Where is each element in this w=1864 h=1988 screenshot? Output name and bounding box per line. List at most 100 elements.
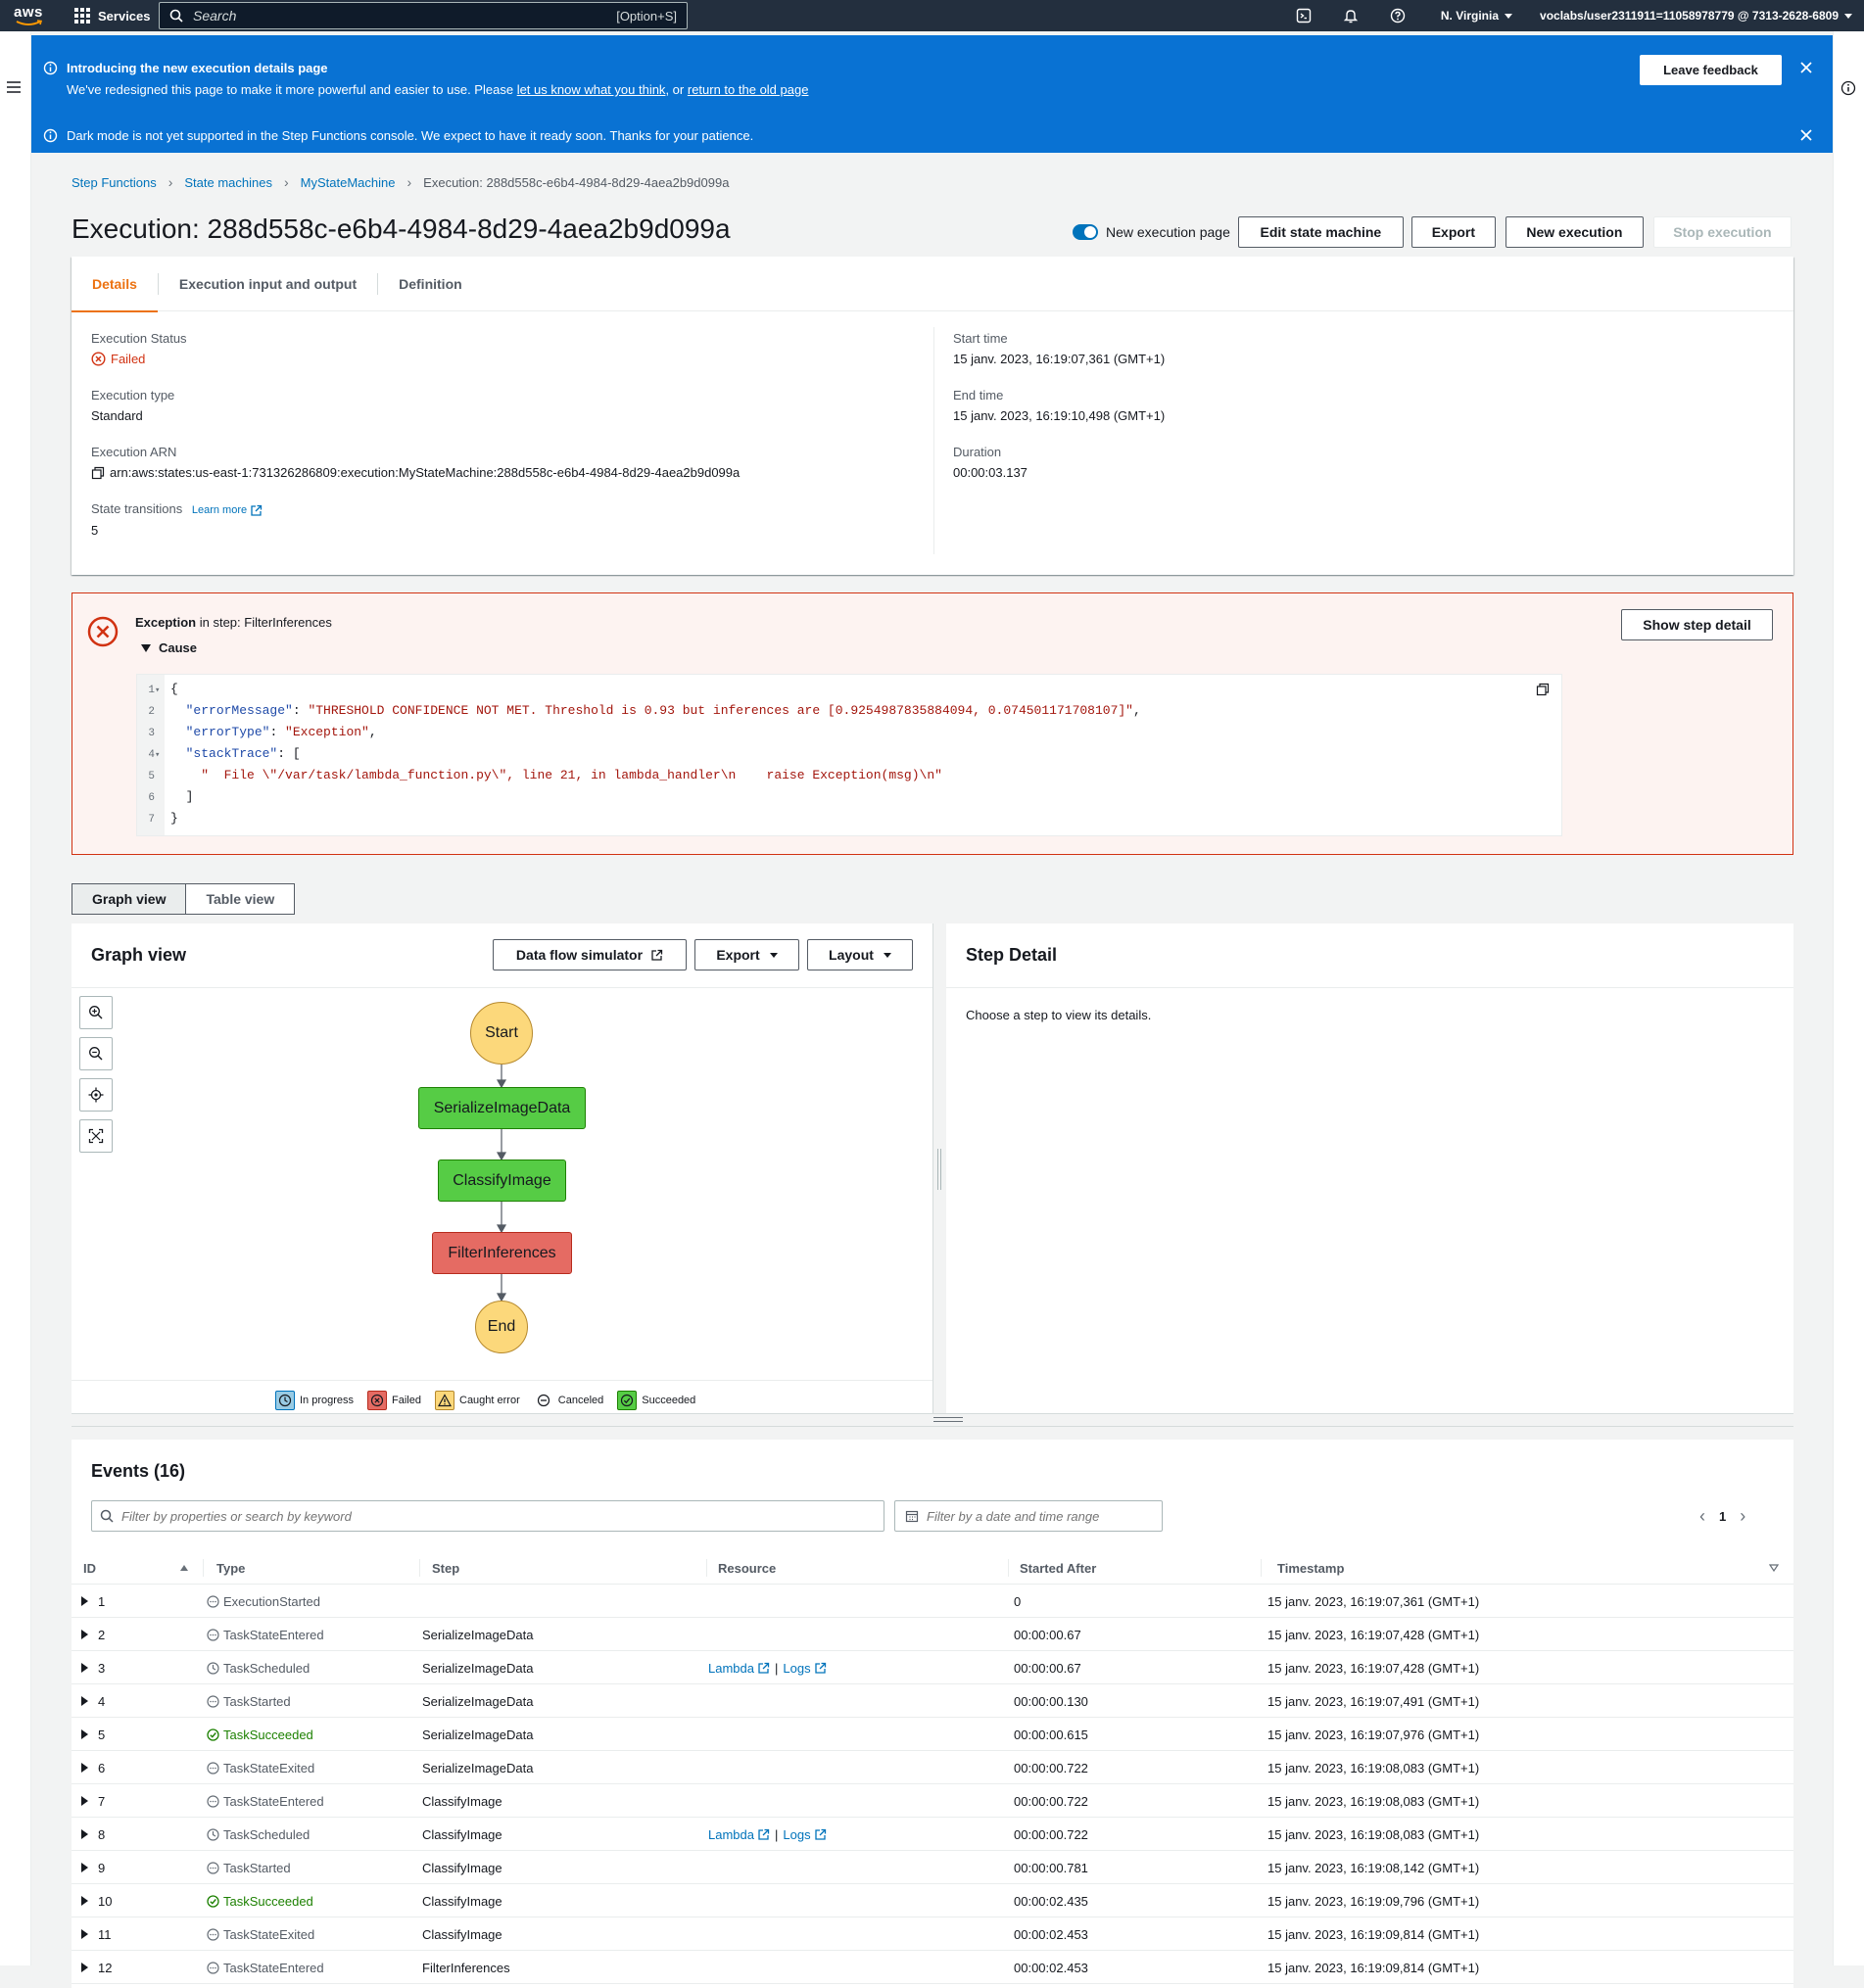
graph-node-end[interactable]: End — [475, 1301, 528, 1353]
expand-row-button[interactable] — [81, 1684, 88, 1718]
fold-icon[interactable]: ▾ — [155, 744, 165, 766]
events-filter[interactable] — [91, 1500, 884, 1532]
table-row[interactable]: 3 TaskScheduled SerializeImageData Lambda | L… — [72, 1651, 1793, 1684]
export-button[interactable]: Export — [1410, 216, 1496, 248]
column-settings-caret-icon[interactable] — [1769, 1564, 1779, 1572]
table-row[interactable]: 11 TaskStateExited ClassifyImage 00:00:02.4… — [72, 1917, 1793, 1951]
event-neutral-icon — [207, 1794, 219, 1808]
expand-row-button[interactable] — [81, 1951, 88, 1984]
logs-link[interactable]: Logs — [783, 1827, 826, 1842]
copy-icon[interactable] — [1536, 683, 1550, 696]
event-scheduled-icon — [207, 1661, 219, 1675]
tab-definition[interactable]: Definition — [378, 257, 483, 311]
column-header-id[interactable]: ID — [83, 1551, 96, 1585]
feedback-link[interactable]: let us know what you think — [517, 82, 666, 97]
leave-feedback-button[interactable]: Leave feedback — [1640, 55, 1782, 85]
breadcrumb-state-machine[interactable]: MyStateMachine — [301, 175, 396, 190]
code-token: "stackTrace" — [185, 746, 278, 761]
expand-row-button[interactable] — [81, 1784, 88, 1818]
old-page-link[interactable]: return to the old page — [688, 82, 809, 97]
line-number: 3 — [148, 728, 155, 739]
resize-grip-icon — [937, 1149, 941, 1190]
breadcrumb-step-functions[interactable]: Step Functions — [72, 175, 157, 190]
learn-more-link[interactable]: Learn more — [192, 504, 263, 517]
region-selector[interactable]: N. Virginia — [1441, 9, 1513, 23]
table-row[interactable]: 4 TaskStarted SerializeImageData 00:00:00.1… — [72, 1684, 1793, 1718]
event-step: ClassifyImage — [422, 1826, 502, 1842]
column-header-label: Type — [216, 1560, 246, 1576]
breadcrumb-state-machines[interactable]: State machines — [184, 175, 272, 190]
tab-details[interactable]: Details — [72, 257, 158, 312]
copy-icon[interactable] — [91, 466, 105, 480]
close-icon[interactable] — [1799, 61, 1813, 74]
expand-row-button[interactable] — [81, 1818, 88, 1851]
account-menu[interactable]: voclabs/user2311911=11058978779 @ 7313-2… — [1540, 9, 1852, 23]
table-row[interactable]: 1 ExecutionStarted 0 15 janv. 2023, 16:19:0… — [72, 1585, 1793, 1618]
table-row[interactable]: 8 TaskScheduled ClassifyImage Lambda | Logs 00… — [72, 1818, 1793, 1851]
graph-node-filterinferences[interactable]: FilterInferences — [432, 1232, 572, 1274]
graph-node-classifyimage[interactable]: ClassifyImage — [438, 1160, 566, 1202]
horizontal-resize-handle[interactable] — [72, 1413, 1793, 1427]
column-header-step[interactable]: Step — [432, 1551, 459, 1585]
info-panel-icon[interactable] — [1840, 80, 1856, 96]
expand-row-button[interactable] — [81, 1618, 88, 1651]
table-row[interactable]: 5 TaskSucceeded SerializeImageData 00:00:00… — [72, 1718, 1793, 1751]
column-header-resource[interactable]: Resource — [718, 1551, 776, 1585]
expand-row-button[interactable] — [81, 1651, 88, 1684]
events-filter-input[interactable] — [114, 1507, 884, 1525]
table-row[interactable]: 2 TaskStateEntered SerializeImageData 00:00… — [72, 1618, 1793, 1651]
expand-row-button[interactable] — [81, 1751, 88, 1784]
column-header-started-after[interactable]: Started After — [1020, 1551, 1096, 1585]
lambda-link[interactable]: Lambda — [708, 1827, 770, 1842]
show-step-detail-button[interactable]: Show step detail — [1621, 609, 1773, 640]
table-row[interactable]: 12 TaskStateEntered FilterInferences 00:00:… — [72, 1951, 1793, 1984]
search-input[interactable] — [183, 7, 617, 24]
column-header-timestamp[interactable]: Timestamp — [1277, 1551, 1344, 1585]
sort-ascending-icon[interactable] — [179, 1564, 189, 1572]
event-resource: Lambda | Logs — [708, 1651, 827, 1684]
logs-link[interactable]: Logs — [783, 1661, 826, 1676]
expand-row-button[interactable] — [81, 1718, 88, 1751]
help-icon[interactable] — [1390, 8, 1406, 24]
end-time-value: 15 janv. 2023, 16:19:10,498 (GMT+1) — [953, 408, 1166, 423]
current-page[interactable]: 1 — [1719, 1509, 1726, 1524]
graph-node-serializeimagedata[interactable]: SerializeImageData — [418, 1087, 586, 1129]
cause-expander[interactable]: Cause — [141, 640, 197, 655]
caret-right-icon — [81, 1796, 88, 1806]
fold-icon[interactable]: ▾ — [155, 680, 165, 701]
table-row[interactable]: 10 TaskSucceeded ClassifyImage 00:00:02.435… — [72, 1884, 1793, 1917]
cloudshell-icon[interactable] — [1296, 8, 1312, 24]
graph-node-start[interactable]: Start — [470, 1002, 533, 1065]
expand-row-button[interactable] — [81, 1884, 88, 1917]
stop-execution-button[interactable]: Stop execution — [1652, 216, 1792, 248]
topnav-right: N. Virginia voclabs/user2311911=11058978… — [1280, 0, 1864, 31]
notifications-icon[interactable] — [1343, 8, 1359, 24]
previous-page-icon[interactable]: ‹ — [1699, 1506, 1705, 1527]
aws-logo[interactable]: aws — [14, 3, 47, 28]
table-row[interactable]: 6 TaskStateExited SerializeImageData 00:00:… — [72, 1751, 1793, 1784]
table-row[interactable]: 7 TaskStateEntered ClassifyImage 00:00:00.7… — [72, 1784, 1793, 1818]
vertical-resize-handle[interactable] — [933, 923, 946, 1413]
next-page-icon[interactable]: › — [1740, 1506, 1745, 1527]
event-type: TaskStateExited — [207, 1917, 314, 1951]
new-execution-button[interactable]: New execution — [1505, 216, 1644, 248]
lambda-link[interactable]: Lambda — [708, 1661, 770, 1676]
global-search[interactable]: [Option+S] — [159, 2, 688, 29]
expand-row-button[interactable] — [81, 1851, 88, 1884]
hamburger-menu-icon[interactable] — [6, 80, 22, 94]
graph-view-button[interactable]: Graph view — [72, 883, 187, 915]
close-icon[interactable] — [1799, 128, 1813, 142]
table-row[interactable]: 9 TaskStarted ClassifyImage 00:00:00.781 15 … — [72, 1851, 1793, 1884]
services-menu-button[interactable]: Services — [74, 0, 151, 31]
expand-row-button[interactable] — [81, 1585, 88, 1618]
event-step: FilterInferences — [422, 1960, 510, 1975]
tab-execution-input-output[interactable]: Execution input and output — [159, 257, 377, 311]
edit-state-machine-button[interactable]: Edit state machine — [1237, 216, 1404, 248]
new-execution-page-toggle[interactable] — [1073, 224, 1098, 240]
date-range-filter[interactable] — [894, 1500, 1163, 1532]
legend-failed: Failed — [367, 1391, 421, 1410]
table-view-button[interactable]: Table view — [186, 883, 296, 915]
column-header-type[interactable]: Type — [216, 1551, 245, 1585]
expand-row-button[interactable] — [81, 1917, 88, 1951]
date-range-input[interactable] — [919, 1507, 1162, 1525]
